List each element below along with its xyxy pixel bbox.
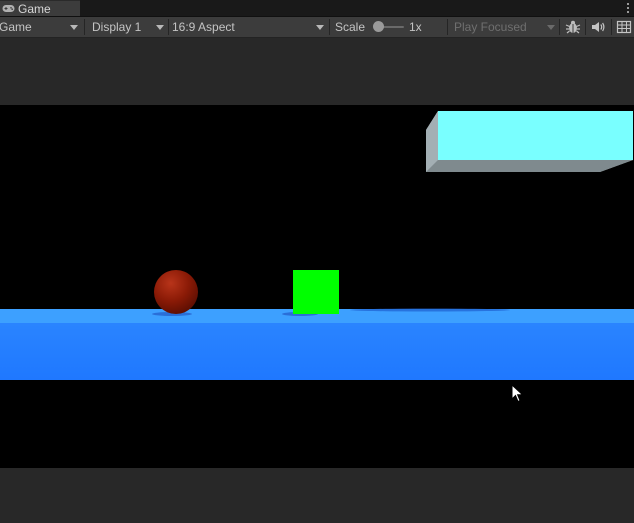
stats-grid-icon[interactable] xyxy=(616,19,632,35)
scale-value-text: 1x xyxy=(409,20,422,34)
display-dropdown-label: Display 1 xyxy=(92,20,142,34)
speaker-icon[interactable] xyxy=(590,19,606,35)
chevron-down-icon xyxy=(70,25,78,30)
red-ball xyxy=(154,270,198,314)
scale-value: 1x xyxy=(409,17,422,37)
play-mode-dropdown[interactable]: Play Focused xyxy=(448,17,558,37)
divider xyxy=(329,19,330,35)
divider xyxy=(559,19,560,35)
tab-bar: Game xyxy=(0,0,634,17)
mode-dropdown-label: Game xyxy=(0,20,32,34)
aspect-dropdown[interactable]: 16:9 Aspect xyxy=(169,17,329,37)
chevron-down-icon xyxy=(547,25,555,30)
bug-icon[interactable] xyxy=(565,19,581,35)
floating-platform xyxy=(426,111,633,172)
scale-slider-handle[interactable] xyxy=(373,21,384,32)
gamepad-icon xyxy=(2,5,15,12)
more-options-icon[interactable] xyxy=(626,1,630,15)
chevron-down-icon xyxy=(156,25,164,30)
divider xyxy=(611,19,612,35)
aspect-dropdown-label: 16:9 Aspect xyxy=(172,20,235,34)
game-scene xyxy=(0,111,634,380)
divider xyxy=(84,19,85,35)
green-cube xyxy=(293,270,339,314)
scale-label-text: Scale xyxy=(335,20,366,34)
game-toolbar: Game Display 1 16:9 Aspect Scale 1x Play… xyxy=(0,17,634,38)
floor-plane xyxy=(0,308,634,380)
mouse-cursor-icon xyxy=(511,384,524,403)
tab-label: Game xyxy=(18,1,51,16)
game-render-view[interactable] xyxy=(0,105,634,468)
divider xyxy=(585,19,586,35)
chevron-down-icon xyxy=(316,25,324,30)
scale-label: Scale xyxy=(335,17,365,37)
play-mode-dropdown-label: Play Focused xyxy=(454,20,527,34)
tab-game[interactable]: Game xyxy=(0,0,80,16)
